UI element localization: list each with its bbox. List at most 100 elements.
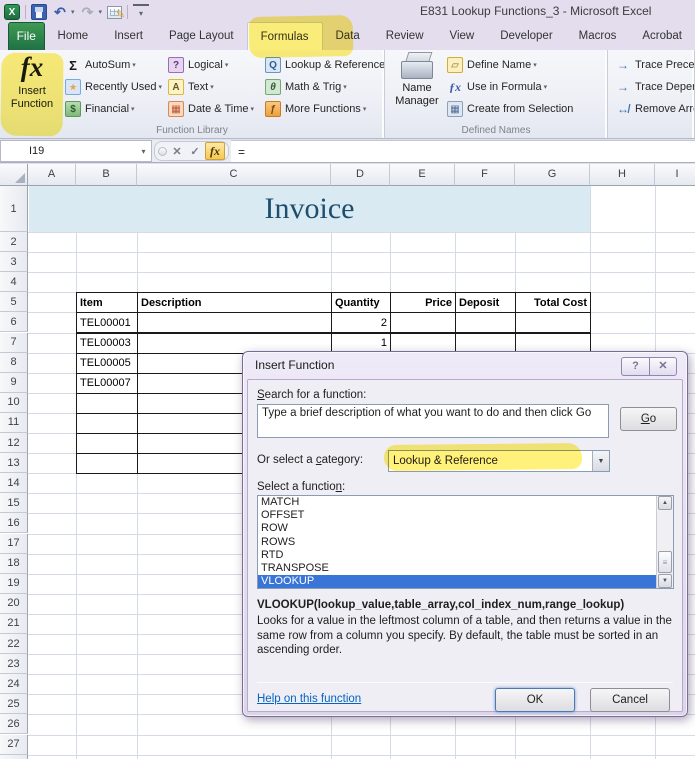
dropdown-icon[interactable]: ▾ <box>210 83 214 91</box>
row-header-6[interactable]: 6 <box>0 312 28 333</box>
function-item-transpose[interactable]: TRANSPOSE <box>258 562 673 575</box>
scroll-up-icon[interactable]: ▲ <box>658 496 672 510</box>
recently-used-button[interactable]: ★ Recently Used ▾ <box>63 76 164 98</box>
row-header-23[interactable]: 23 <box>0 654 28 675</box>
tab-file[interactable]: File <box>8 22 45 50</box>
more-functions-button[interactable]: ƒ More Functions ▾ <box>263 98 384 120</box>
column-header-f[interactable]: F <box>455 164 515 186</box>
tab-page-layout[interactable]: Page Layout <box>156 22 247 50</box>
date-time-button[interactable]: ▦ Date & Time ▾ <box>166 98 256 120</box>
trace-precedents-button[interactable]: → Trace Precedents <box>613 54 694 76</box>
text-button[interactable]: A Text ▾ <box>166 76 256 98</box>
cell-C5[interactable]: Description <box>137 292 332 314</box>
cell-D5[interactable]: Quantity <box>331 292 391 314</box>
invoice-title-cell[interactable]: Invoice <box>29 186 590 232</box>
row-header-28[interactable]: 28 <box>0 754 28 759</box>
use-in-formula-button[interactable]: ƒx Use in Formula ▾ <box>445 76 575 98</box>
tab-data[interactable]: Data <box>323 22 373 50</box>
column-header-g[interactable]: G <box>515 164 590 186</box>
save-icon[interactable] <box>31 4 47 20</box>
row-header-9[interactable]: 9 <box>0 372 28 393</box>
column-header-e[interactable]: E <box>390 164 455 186</box>
row-header-3[interactable]: 3 <box>0 252 28 273</box>
row-header-16[interactable]: 16 <box>0 513 28 534</box>
dialog-close-icon[interactable]: ✕ <box>649 357 677 376</box>
row-header-26[interactable]: 26 <box>0 714 28 735</box>
function-item-offset[interactable]: OFFSET <box>258 509 673 522</box>
enter-entry-icon[interactable]: ✓ <box>187 145 203 158</box>
search-input[interactable]: Type a brief description of what you wan… <box>257 404 609 438</box>
undo-icon[interactable]: ↶ <box>52 4 68 20</box>
cell-B10[interactable] <box>76 392 138 414</box>
function-item-match[interactable]: MATCH <box>258 496 673 509</box>
autosum-button[interactable]: Σ AutoSum ▾ <box>63 54 164 76</box>
go-button[interactable]: Go <box>620 407 677 431</box>
cell-B5[interactable]: Item <box>76 292 138 314</box>
row-header-20[interactable]: 20 <box>0 593 28 614</box>
insert-function-fx-icon[interactable]: fx <box>205 142 225 160</box>
cell-E6[interactable] <box>390 312 456 334</box>
row-header-19[interactable]: 19 <box>0 573 28 594</box>
scroll-down-icon[interactable]: ▼ <box>658 574 672 588</box>
row-header-22[interactable]: 22 <box>0 634 28 655</box>
column-header-a[interactable]: A <box>28 164 76 186</box>
row-header-12[interactable]: 12 <box>0 433 28 454</box>
function-item-vlookup[interactable]: VLOOKUP <box>258 575 673 588</box>
row-header-21[interactable]: 21 <box>0 613 28 634</box>
tab-formulas[interactable]: Formulas <box>246 22 323 50</box>
insert-function-button[interactable]: fx Insert Function <box>4 52 60 110</box>
math-trig-button[interactable]: θ Math & Trig ▾ <box>263 76 384 98</box>
cell-B6[interactable]: TEL00001 <box>76 312 138 334</box>
tab-developer[interactable]: Developer <box>487 22 565 50</box>
name-manager-button[interactable]: Name Manager <box>393 52 441 107</box>
cancel-entry-icon[interactable]: ✕ <box>169 145 185 158</box>
row-header-18[interactable]: 18 <box>0 553 28 574</box>
row-header-10[interactable]: 10 <box>0 392 28 413</box>
dropdown-icon[interactable]: ▾ <box>533 61 537 69</box>
cell-E5[interactable]: Price <box>390 292 456 314</box>
row-header-11[interactable]: 11 <box>0 412 28 433</box>
row-header-17[interactable]: 17 <box>0 533 28 554</box>
combo-dropdown-icon[interactable]: ▼ <box>592 451 609 471</box>
cell-G6[interactable] <box>515 312 591 334</box>
cell-B13[interactable] <box>76 453 138 475</box>
redo-dropdown-icon[interactable]: ▾ <box>99 8 103 16</box>
trace-dependents-button[interactable]: → Trace Dependents <box>613 76 694 98</box>
dropdown-icon[interactable]: ▾ <box>159 83 163 91</box>
cell-B8[interactable]: TEL00005 <box>76 352 138 374</box>
customize-qat-icon[interactable]: ▾ <box>133 4 150 20</box>
dialog-help-icon[interactable]: ? <box>621 357 649 376</box>
dropdown-icon[interactable]: ▾ <box>131 105 135 113</box>
dropdown-icon[interactable]: ▾ <box>544 83 548 91</box>
tab-review[interactable]: Review <box>373 22 437 50</box>
name-box-dropdown-icon[interactable]: ▾ <box>136 147 151 156</box>
undo-dropdown-icon[interactable]: ▾ <box>71 8 75 16</box>
row-header-7[interactable]: 7 <box>0 332 28 353</box>
dropdown-icon[interactable]: ▾ <box>251 105 255 113</box>
formula-input[interactable]: = <box>231 140 695 162</box>
help-link[interactable]: Help on this function <box>257 693 361 705</box>
function-item-rows[interactable]: ROWS <box>258 536 673 549</box>
tab-macros[interactable]: Macros <box>566 22 630 50</box>
remove-arrows-button[interactable]: ↮ Remove Arrows <box>613 98 694 120</box>
tab-insert[interactable]: Insert <box>101 22 156 50</box>
select-all-corner[interactable] <box>0 164 28 186</box>
column-header-b[interactable]: B <box>76 164 137 186</box>
row-header-24[interactable]: 24 <box>0 674 28 695</box>
dropdown-icon[interactable]: ▾ <box>343 83 347 91</box>
row-header-2[interactable]: 2 <box>0 232 28 253</box>
cell-B7[interactable]: TEL00003 <box>76 332 138 354</box>
cell-B11[interactable] <box>76 412 138 434</box>
list-scrollbar[interactable]: ▲ ≡ ▼ <box>656 496 673 588</box>
tab-view[interactable]: View <box>437 22 488 50</box>
row-header-25[interactable]: 25 <box>0 694 28 715</box>
tab-acrobat[interactable]: Acrobat <box>629 22 695 50</box>
function-item-row[interactable]: ROW <box>258 522 673 535</box>
column-header-i[interactable]: I <box>655 164 695 186</box>
column-header-d[interactable]: D <box>331 164 390 186</box>
edit-table-icon[interactable]: ✎ <box>107 5 125 21</box>
row-header-8[interactable]: 8 <box>0 352 28 373</box>
financial-button[interactable]: $ Financial ▾ <box>63 98 164 120</box>
name-box[interactable]: I19 ▾ <box>0 140 152 162</box>
column-header-c[interactable]: C <box>137 164 331 186</box>
